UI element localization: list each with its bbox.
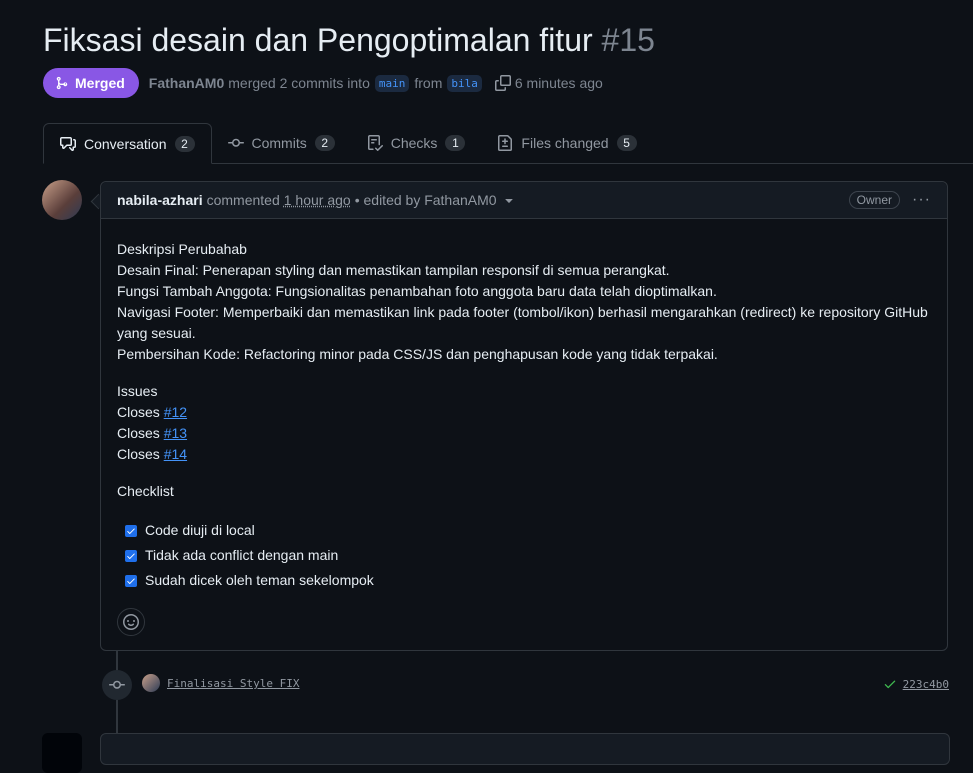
smiley-icon: [123, 614, 139, 630]
from-text: from: [414, 75, 442, 91]
pr-tabs: Conversation 2 Commits 2 Checks 1 Files …: [43, 123, 973, 164]
pr-title-text: Fiksasi desain dan Pengoptimalan fitur: [43, 22, 593, 58]
comment-author-link[interactable]: nabila-azhari: [117, 192, 203, 208]
comment-action: commented: [207, 192, 280, 208]
check-icon[interactable]: [883, 677, 897, 691]
body-line: Navigasi Footer: Memperbaiki dan memasti…: [117, 302, 931, 344]
base-branch[interactable]: main: [375, 75, 410, 92]
merged-badge: Merged: [43, 68, 139, 98]
pr-number: #15: [602, 22, 655, 58]
checklist: Code diuji di local Tidak ada conflict d…: [117, 518, 931, 593]
merge-text: merged 2 commits into: [228, 75, 370, 91]
checklist-item: Tidak ada conflict dengan main: [117, 543, 931, 568]
comment-body: Deskripsi Perubahab Desain Final: Penera…: [101, 219, 947, 593]
merge-icon: [55, 76, 69, 90]
avatar[interactable]: [42, 733, 82, 773]
avatar[interactable]: [42, 180, 82, 220]
pr-meta: Merged FathanAM0 merged 2 commits into m…: [43, 68, 603, 98]
issue-line: Closes #13: [117, 423, 931, 444]
comment-icon: [60, 136, 76, 152]
issue-link[interactable]: #14: [164, 446, 187, 462]
closes-label: Closes: [117, 446, 160, 462]
merged-label: Merged: [75, 75, 125, 91]
tab-checks[interactable]: Checks 1: [351, 123, 482, 163]
tab-counter: 2: [315, 135, 335, 151]
copy-icon[interactable]: [495, 75, 511, 91]
body-line: Pembersihan Kode: Refactoring minor pada…: [117, 344, 931, 365]
body-line: Fungsi Tambah Anggota: Fungsionalitas pe…: [117, 281, 931, 302]
checklist-heading: Checklist: [117, 481, 931, 502]
commit-sha[interactable]: 223c4b0: [883, 677, 949, 691]
checklist-item: Code diuji di local: [117, 518, 931, 543]
commit-sha-link[interactable]: 223c4b0: [903, 678, 949, 691]
comment-header: nabila-azhari commented 1 hour ago • edi…: [101, 182, 947, 219]
body-line: Deskripsi Perubahab: [117, 239, 931, 260]
checklist-item: Sudah dicek oleh teman sekelompok: [117, 568, 931, 593]
closes-label: Closes: [117, 404, 160, 420]
owner-badge: Owner: [849, 191, 900, 209]
comment-time-link[interactable]: 1 hour ago: [284, 192, 351, 208]
issue-link[interactable]: #12: [164, 404, 187, 420]
file-diff-icon: [497, 135, 513, 151]
issue-line: Closes #12: [117, 402, 931, 423]
tab-counter: 2: [175, 136, 195, 152]
tab-label: Commits: [252, 135, 307, 151]
pr-time: 6 minutes ago: [515, 75, 603, 91]
comment-edited-dropdown[interactable]: • edited by FathanAM0: [355, 192, 497, 208]
chevron-down-icon[interactable]: [501, 192, 517, 208]
body-line: Desain Final: Penerapan styling dan mema…: [117, 260, 931, 281]
tab-label: Conversation: [84, 136, 167, 152]
commit-message-link[interactable]: Finalisasi Style FIX: [167, 677, 299, 690]
commit-node: [102, 670, 132, 700]
add-reaction-button[interactable]: [117, 608, 145, 636]
tab-conversation[interactable]: Conversation 2: [43, 123, 212, 164]
tab-counter: 1: [445, 135, 465, 151]
tab-label: Files changed: [521, 135, 608, 151]
checklist-label: Code diuji di local: [145, 520, 255, 541]
tab-commits[interactable]: Commits 2: [212, 123, 351, 163]
commit-icon: [228, 135, 244, 151]
checklist-label: Sudah dicek oleh teman sekelompok: [145, 570, 374, 591]
tab-counter: 5: [617, 135, 637, 151]
pr-title: Fiksasi desain dan Pengoptimalan fitur #…: [43, 22, 655, 59]
issue-link[interactable]: #13: [164, 425, 187, 441]
issue-line: Closes #14: [117, 444, 931, 465]
comment-box: nabila-azhari commented 1 hour ago • edi…: [100, 181, 948, 651]
tab-label: Checks: [391, 135, 438, 151]
checklist-icon: [367, 135, 383, 151]
tab-files-changed[interactable]: Files changed 5: [481, 123, 652, 163]
checklist-label: Tidak ada conflict dengan main: [145, 545, 338, 566]
commit-author-avatar[interactable]: [142, 674, 160, 692]
kebab-menu-icon[interactable]: ···: [912, 191, 931, 209]
pr-author-link[interactable]: FathanAM0: [149, 75, 224, 91]
checkbox[interactable]: [125, 550, 137, 562]
next-comment-box: [100, 733, 950, 765]
checkbox[interactable]: [125, 575, 137, 587]
commit-icon: [109, 677, 125, 693]
issues-heading: Issues: [117, 381, 931, 402]
closes-label: Closes: [117, 425, 160, 441]
head-branch[interactable]: bila: [447, 75, 482, 92]
checkbox[interactable]: [125, 525, 137, 537]
